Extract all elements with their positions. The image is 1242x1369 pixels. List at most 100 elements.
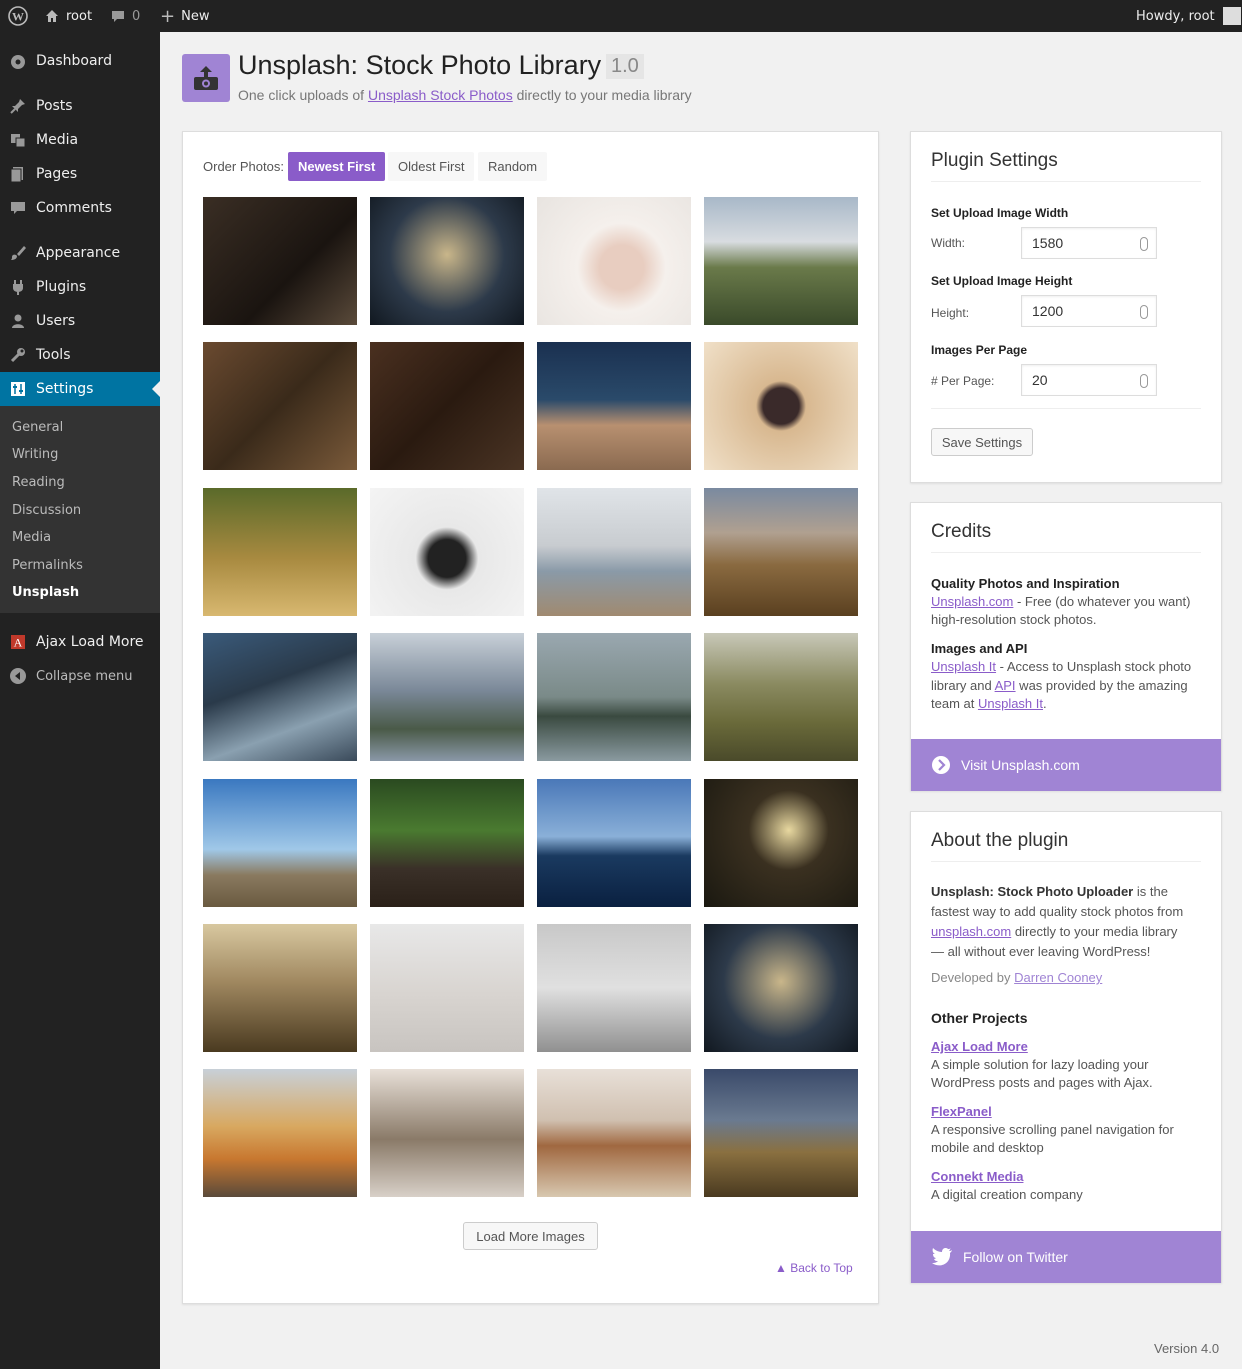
photo-thumbnail[interactable] (203, 1069, 357, 1197)
photo-gallery-panel: Order Photos: Newest First Oldest First … (182, 131, 879, 1304)
photo-thumbnail[interactable] (704, 488, 858, 616)
photo-thumbnail[interactable] (704, 924, 858, 1052)
order-newest-button[interactable]: Newest First (288, 152, 386, 181)
photo-thumbnail[interactable] (370, 342, 524, 470)
photo-thumbnail[interactable] (203, 633, 357, 761)
collapse-menu-button[interactable]: Collapse menu (0, 659, 160, 693)
save-settings-button[interactable]: Save Settings (931, 428, 1033, 456)
photo-thumbnail[interactable] (203, 197, 357, 325)
unsplash-link[interactable]: unsplash.com (931, 924, 1011, 939)
photo-thumbnail[interactable] (537, 197, 691, 325)
sidebar-item-comments[interactable]: Comments (0, 191, 160, 225)
photo-thumbnail[interactable] (203, 924, 357, 1052)
pin-icon (0, 97, 36, 115)
photo-thumbnail[interactable] (203, 779, 357, 907)
photo-thumbnail[interactable] (704, 1069, 858, 1197)
sidebar-item-users[interactable]: Users (0, 304, 160, 338)
unsplash-it-link[interactable]: Unsplash It (978, 696, 1043, 711)
per-page-label: # Per Page: (931, 374, 995, 388)
comments-link[interactable]: 0 (110, 0, 140, 32)
spinner-icon[interactable] (1140, 237, 1148, 251)
photo-thumbnail[interactable] (704, 342, 858, 470)
unsplash-com-link[interactable]: Unsplash.com (931, 594, 1013, 609)
photo-thumbnail[interactable] (537, 488, 691, 616)
photo-thumbnail[interactable] (370, 924, 524, 1052)
pages-icon (0, 165, 36, 183)
sidebar-item-dashboard[interactable]: Dashboard (0, 44, 160, 78)
load-more-button[interactable]: Load More Images (463, 1222, 598, 1250)
comments-count: 0 (132, 8, 141, 24)
sidebar-item-posts[interactable]: Posts (0, 89, 160, 123)
sidebar-item-label: Pages (36, 166, 78, 182)
sidebar-item-media[interactable]: Media (0, 123, 160, 157)
wordpress-logo-icon[interactable]: W (8, 0, 28, 32)
order-oldest-button[interactable]: Oldest First (388, 152, 475, 181)
photo-thumbnail[interactable] (370, 197, 524, 325)
connekt-media-link[interactable]: Connekt Media (931, 1169, 1023, 1184)
submenu-general[interactable]: General (12, 420, 63, 435)
credits-panel: Credits Quality Photos and Inspiration U… (910, 502, 1222, 791)
divider (931, 861, 1201, 862)
new-label: New (181, 8, 210, 24)
submenu-reading[interactable]: Reading (12, 475, 65, 490)
sidebar-item-tools[interactable]: Tools (0, 338, 160, 372)
photo-thumbnail[interactable] (537, 924, 691, 1052)
submenu-permalinks[interactable]: Permalinks (12, 558, 83, 573)
sidebar-item-label: Media (36, 132, 79, 148)
photo-thumbnail[interactable] (704, 197, 858, 325)
photo-thumbnail[interactable] (704, 779, 858, 907)
new-content-link[interactable]: + New (160, 0, 209, 32)
photo-thumbnail[interactable] (704, 633, 858, 761)
admin-sidebar: Dashboard Posts Media Pages Comments App… (0, 32, 160, 1369)
spinner-icon[interactable] (1140, 374, 1148, 388)
photo-thumbnail[interactable] (370, 779, 524, 907)
ajax-load-more-link[interactable]: Ajax Load More (931, 1039, 1028, 1054)
photo-thumbnail[interactable] (537, 1069, 691, 1197)
back-to-top-link[interactable]: ▲ Back to Top (775, 1261, 853, 1275)
width-input[interactable]: 1580 (1021, 227, 1157, 259)
photo-thumbnail[interactable] (537, 779, 691, 907)
follow-twitter-button[interactable]: Follow on Twitter (911, 1231, 1221, 1283)
project-desc: A digital creation company (931, 1187, 1083, 1202)
sidebar-item-pages[interactable]: Pages (0, 157, 160, 191)
photo-thumbnail[interactable] (370, 1069, 524, 1197)
project-item: Connekt Media A digital creation company (931, 1168, 1083, 1204)
spinner-icon[interactable] (1140, 305, 1148, 319)
unsplash-stock-photos-link[interactable]: Unsplash Stock Photos (368, 87, 513, 103)
sidebar-item-ajax-load-more[interactable]: A Ajax Load More (0, 625, 160, 659)
account-link[interactable]: Howdy, root (1136, 0, 1241, 32)
project-desc: A simple solution for lazy loading your (931, 1057, 1149, 1072)
per-page-input[interactable]: 20 (1021, 364, 1157, 396)
admin-bar: W root 0 + New Howdy, root (0, 0, 1242, 32)
darren-cooney-link[interactable]: Darren Cooney (1014, 970, 1102, 985)
chevron-up-icon: ▲ (775, 1261, 791, 1275)
submenu-discussion[interactable]: Discussion (12, 503, 81, 518)
about-text: — all without ever leaving WordPress! (931, 944, 1151, 959)
api-link[interactable]: API (995, 678, 1016, 693)
photo-thumbnail[interactable] (203, 342, 357, 470)
sidebar-item-appearance[interactable]: Appearance (0, 236, 160, 270)
submenu-unsplash[interactable]: Unsplash (12, 585, 79, 600)
user-icon (0, 312, 36, 330)
unsplash-it-link[interactable]: Unsplash It (931, 659, 996, 674)
photo-thumbnail[interactable] (370, 488, 524, 616)
visit-unsplash-button[interactable]: Visit Unsplash.com (911, 739, 1221, 791)
flexpanel-link[interactable]: FlexPanel (931, 1104, 992, 1119)
settings-submenu: General Writing Reading Discussion Media… (0, 406, 160, 613)
sidebar-item-plugins[interactable]: Plugins (0, 270, 160, 304)
photo-thumbnail[interactable] (537, 342, 691, 470)
order-random-button[interactable]: Random (478, 152, 548, 181)
wrench-icon (0, 346, 36, 364)
about-description: Unsplash: Stock Photo Uploader is the fa… (931, 882, 1183, 962)
submenu-writing[interactable]: Writing (12, 447, 58, 462)
height-input[interactable]: 1200 (1021, 295, 1157, 327)
comment-icon (0, 199, 36, 217)
site-name-link[interactable]: root (44, 0, 92, 32)
submenu-media[interactable]: Media (12, 530, 51, 545)
photo-thumbnail[interactable] (370, 633, 524, 761)
sidebar-item-settings[interactable]: Settings (0, 372, 160, 406)
credit-text: - Free (do whatever you want) (1013, 594, 1191, 609)
photo-thumbnail[interactable] (203, 488, 357, 616)
photo-thumbnail[interactable] (537, 633, 691, 761)
width-label: Width: (931, 236, 966, 250)
